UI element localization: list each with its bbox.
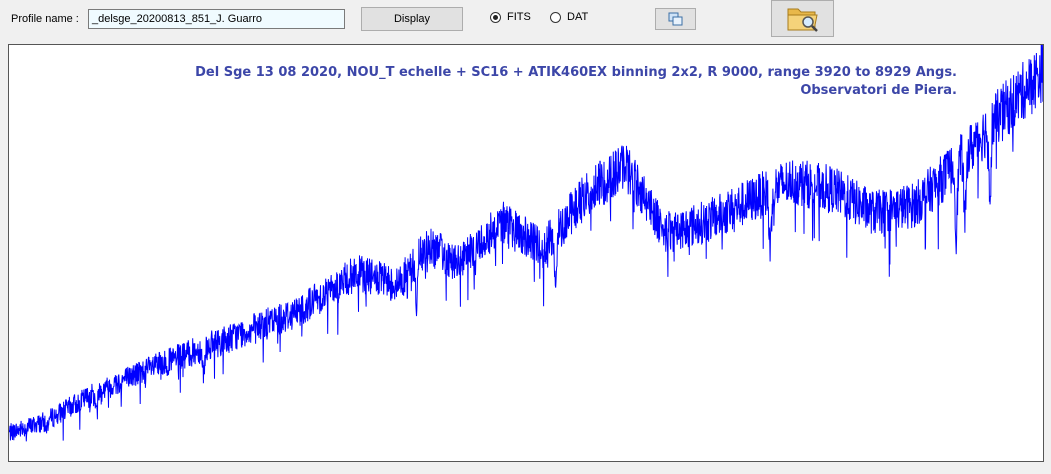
open-profile-button[interactable] — [771, 0, 834, 37]
radio-dat-indicator[interactable] — [550, 11, 561, 23]
display-button[interactable]: Display — [361, 7, 463, 31]
annotation-line-1: Del Sge 13 08 2020, NOU_T echelle + SC16… — [195, 65, 957, 80]
profile-name-label: Profile name : — [11, 13, 79, 25]
spectrum-line — [9, 45, 1043, 442]
radio-fits-label: FITS — [507, 11, 531, 23]
spectrum-plot: Del Sge 13 08 2020, NOU_T echelle + SC16… — [8, 44, 1044, 462]
annotation-line-2: Observatori de Piera. — [800, 83, 957, 98]
folder-search-icon — [787, 8, 818, 32]
radio-dat[interactable]: DAT — [550, 11, 588, 23]
spectrum-chart — [9, 45, 1043, 442]
copy-button[interactable] — [655, 8, 696, 30]
radio-fits-indicator[interactable] — [490, 11, 501, 23]
radio-fits[interactable]: FITS — [490, 11, 531, 23]
radio-dat-label: DAT — [567, 11, 589, 23]
plot-annotation: Del Sge 13 08 2020, NOU_T echelle + SC16… — [195, 64, 957, 100]
copy-window-icon — [668, 12, 683, 26]
profile-name-input[interactable]: _delsge_20200813_851_J. Guarro — [88, 9, 345, 29]
toolbar: Profile name : _delsge_20200813_851_J. G… — [0, 0, 1051, 44]
